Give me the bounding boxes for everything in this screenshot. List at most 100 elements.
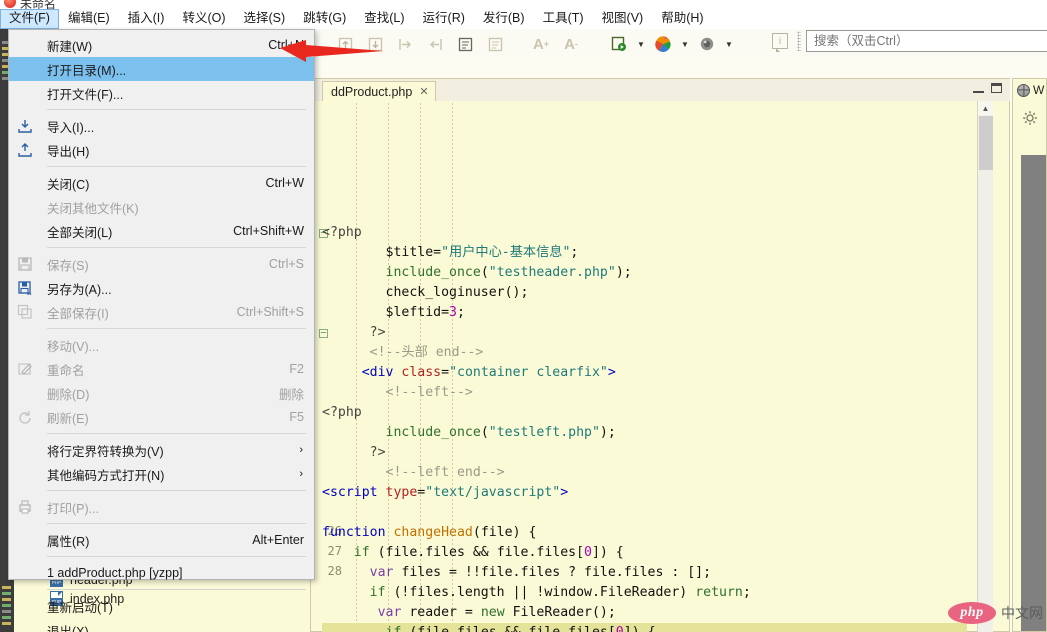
menu-option-shortcut: Ctrl+Shift+W bbox=[233, 224, 304, 238]
menu-item-edit[interactable]: 编辑(E) bbox=[59, 9, 119, 29]
code-line: if (file.files && file.files[0]) { bbox=[322, 543, 967, 563]
toolbar-grip[interactable] bbox=[797, 31, 801, 51]
browser-dropdown-arrow-icon[interactable]: ▼ bbox=[678, 31, 692, 57]
rename-icon bbox=[16, 360, 34, 378]
preview-dropdown-arrow-icon[interactable]: ▼ bbox=[722, 31, 736, 57]
menu-option-打开目录M[interactable]: 打开目录(M)... bbox=[9, 57, 314, 81]
menu-option-label: 刷新(E) bbox=[47, 411, 89, 426]
menu-option-退出X[interactable]: 退出(X) bbox=[9, 618, 314, 632]
browser-preview-icon[interactable] bbox=[648, 31, 678, 57]
menu-option-属性R[interactable]: 属性(R) Alt+Enter bbox=[9, 528, 314, 552]
code-line: ?> bbox=[322, 323, 967, 343]
menu-bar: 文件(F) 编辑(E) 插入(I) 转义(O) 选择(S) 跳转(G) 查找(L… bbox=[0, 8, 1047, 29]
maximize-icon[interactable] bbox=[991, 83, 1002, 93]
menu-option-label: 打开文件(F)... bbox=[47, 87, 124, 102]
menu-option-新建W[interactable]: 新建(W)Ctrl+N› bbox=[9, 33, 314, 57]
menu-item-find[interactable]: 查找(L) bbox=[355, 9, 413, 29]
code-line: $leftid=3; bbox=[322, 303, 967, 323]
code-token: "用户中心-基本信息" bbox=[441, 245, 571, 260]
editor-tab-addproduct[interactable]: ddProduct.php ✕ bbox=[322, 81, 436, 101]
wrap-off-icon[interactable] bbox=[480, 31, 510, 57]
code-token: ; bbox=[570, 245, 579, 260]
editor-tab-strip: ddProduct.php ✕ bbox=[310, 79, 1010, 101]
menu-item-publish[interactable]: 发行(B) bbox=[474, 9, 534, 29]
menu-option-label: 1 addProduct.php [yzpp] bbox=[47, 566, 183, 580]
menu-item-tools[interactable]: 工具(T) bbox=[534, 9, 593, 29]
menu-option-label: 全部关闭(L) bbox=[47, 225, 113, 240]
menu-item-select[interactable]: 选择(S) bbox=[235, 9, 295, 29]
menu-item-file[interactable]: 文件(F) bbox=[0, 8, 59, 29]
menu-item-help[interactable]: 帮助(H) bbox=[652, 9, 712, 29]
search-box[interactable] bbox=[806, 30, 1047, 52]
font-decrease-icon[interactable]: A- bbox=[556, 31, 586, 57]
menu-item-insert[interactable]: 插入(I) bbox=[119, 9, 174, 29]
menu-option-关闭C[interactable]: 关闭(C) Ctrl+W bbox=[9, 171, 314, 195]
menu-separator bbox=[47, 490, 306, 491]
code-token: <!--left--> bbox=[322, 385, 473, 400]
menu-separator bbox=[47, 166, 306, 167]
editor-window-buttons bbox=[973, 83, 1002, 93]
menu-option-label: 导出(H) bbox=[47, 144, 90, 159]
code-token: (file.files && file.files[ bbox=[401, 625, 615, 632]
menu-separator bbox=[47, 523, 306, 524]
menu-option-全部关闭L[interactable]: 全部关闭(L) Ctrl+Shift+W bbox=[9, 219, 314, 243]
print-icon bbox=[16, 498, 34, 516]
code-token: ?> bbox=[322, 445, 386, 460]
menu-option-label: 重新启动(T) bbox=[47, 600, 113, 615]
menu-item-escape[interactable]: 转义(O) bbox=[173, 9, 234, 29]
code-token: 0 bbox=[584, 545, 592, 560]
menu-option-重新启动T[interactable]: 重新启动(T) bbox=[9, 594, 314, 618]
run-debug-icon[interactable] bbox=[604, 31, 634, 57]
minimize-icon[interactable] bbox=[973, 83, 984, 93]
indent-right-icon[interactable] bbox=[420, 31, 450, 57]
right-dock-header[interactable]: W bbox=[1013, 79, 1046, 101]
code-line: $title="用户中心-基本信息"; bbox=[322, 243, 967, 263]
indent-left-icon[interactable] bbox=[390, 31, 420, 57]
menu-separator bbox=[47, 433, 306, 434]
menu-option-label: 保存(S) bbox=[47, 258, 89, 273]
run-dropdown-arrow-icon[interactable]: ▼ bbox=[634, 31, 648, 57]
font-increase-icon[interactable]: A + bbox=[526, 31, 556, 57]
menu-option-label: 关闭(C) bbox=[47, 177, 90, 192]
code-token: ; bbox=[457, 305, 465, 320]
code-token: class bbox=[401, 365, 442, 380]
menu-option-打开文件F[interactable]: 打开文件(F)... bbox=[9, 81, 314, 105]
code-token: <!--头部 end--> bbox=[322, 345, 484, 360]
menu-item-run[interactable]: 运行(R) bbox=[414, 9, 474, 29]
save-icon bbox=[16, 255, 34, 273]
file-menu-dropdown: 新建(W)Ctrl+N› 打开目录(M)... 打开文件(F)... 导入(I)...… bbox=[8, 29, 315, 632]
editor-vertical-scrollbar[interactable]: ▲ bbox=[977, 101, 993, 632]
code-line: <?php bbox=[322, 403, 967, 423]
code-token: > bbox=[607, 365, 616, 380]
menu-option-导出H[interactable]: 导出(H) bbox=[9, 138, 314, 162]
code-token: "testheader.php" bbox=[488, 265, 616, 280]
menu-item-goto[interactable]: 跳转(G) bbox=[294, 9, 355, 29]
info-tooltip-icon[interactable]: i bbox=[772, 33, 788, 52]
close-icon[interactable]: ✕ bbox=[419, 85, 428, 98]
code-editor-content[interactable]: <?php $title="用户中心-基本信息"; include_once("… bbox=[322, 103, 967, 632]
wrap-on-icon[interactable] bbox=[450, 31, 480, 57]
menu-option-其他编码方式打开N[interactable]: 其他编码方式打开(N) › bbox=[9, 462, 314, 486]
search-input[interactable] bbox=[812, 33, 1047, 49]
code-token: ; bbox=[742, 585, 751, 600]
preview-icon[interactable] bbox=[692, 31, 722, 57]
menu-option-shortcut: Ctrl+Shift+S bbox=[236, 305, 304, 319]
scroll-up-icon[interactable]: ▲ bbox=[978, 101, 993, 115]
menu-item-view[interactable]: 视图(V) bbox=[593, 9, 653, 29]
code-token: return bbox=[695, 585, 743, 600]
menu-option-重命名: 重命名 F2 bbox=[9, 357, 314, 381]
app-icon bbox=[4, 0, 16, 8]
menu-option-1addProductphp[interactable]: 1 addProduct.php [yzpp] bbox=[9, 561, 314, 585]
scrollbar-thumb[interactable] bbox=[979, 116, 993, 170]
menu-option-将行定界符转换为V[interactable]: 将行定界符转换为(V) › bbox=[9, 438, 314, 462]
editor-tab-label: ddProduct.php bbox=[331, 84, 413, 99]
menu-option-另存为A[interactable]: 另存为(A)... bbox=[9, 276, 314, 300]
gear-icon[interactable] bbox=[1020, 108, 1040, 128]
menu-separator bbox=[47, 328, 306, 329]
menu-option-shortcut: 删除 bbox=[278, 387, 304, 402]
menu-option-导入I[interactable]: 导入(I)... bbox=[9, 114, 314, 138]
menu-option-label: 打印(P)... bbox=[47, 501, 100, 516]
code-token: check_loginuser(); bbox=[322, 285, 529, 300]
